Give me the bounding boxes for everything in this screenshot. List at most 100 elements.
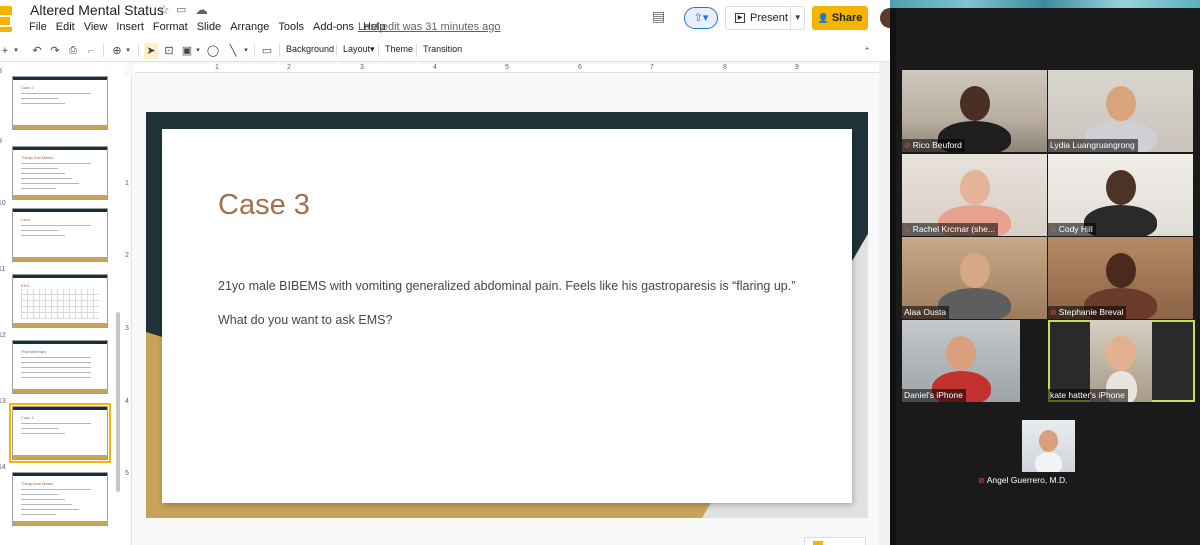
slide-thumbnail[interactable]: EKG [12, 274, 108, 328]
slide-thumbnail[interactable]: Physiotherapy [12, 340, 108, 394]
ruler-mark: 9 [795, 64, 799, 71]
thumb-text-line [21, 103, 65, 104]
google-slides-window: Altered Mental Status ☆ ▭ ☁ File Edit Vi… [0, 0, 890, 545]
collapse-icon[interactable]: ⌃ [860, 43, 874, 59]
explore-button[interactable] [804, 537, 866, 545]
vertical-ruler: 1 2 3 4 5 [124, 76, 132, 545]
thumb-text-line [21, 235, 65, 236]
thumb-bottom-band [13, 195, 107, 199]
menu-bar: File Edit View Insert Format Slide Arran… [29, 21, 395, 33]
thumb-text-line [21, 494, 58, 495]
slide-number: 12 [0, 332, 6, 339]
background-button[interactable]: Background [286, 44, 334, 54]
redo-icon[interactable]: ↷ [48, 43, 62, 59]
participant-face [1106, 86, 1136, 121]
new-slide-icon[interactable]: + [0, 43, 10, 59]
line-dropdown-icon[interactable]: ▾ [242, 43, 250, 59]
folder-icon[interactable]: ▭ [176, 3, 186, 17]
zoom-gallery-window: ⊘ Rico Beuford Lydia Luangruangrong ⊘ Rachel… [890, 0, 1200, 545]
present-to-meeting-button[interactable]: ⇧▾ [684, 7, 718, 29]
slide-number: 14 [0, 464, 6, 471]
participant-face [1106, 336, 1136, 371]
filmstrip-scrollbar[interactable] [116, 312, 120, 492]
participant-name: Daniel's iPhone [904, 390, 963, 400]
participant-tile[interactable]: ⊘ Cody Hill [1048, 154, 1193, 236]
new-slide-dropdown-icon[interactable]: ▾ [12, 43, 20, 59]
participant-name-tag: Alaa Ousta [902, 306, 950, 319]
participant-tile[interactable]: kate hatter's iPhone [1048, 320, 1195, 402]
transition-button[interactable]: Transition [423, 44, 462, 54]
menu-arrange[interactable]: Arrange [230, 21, 269, 33]
thumb-text-line [21, 188, 56, 189]
scrollbar[interactable] [879, 62, 890, 545]
participant-tile[interactable]: ⊘ Rachel Krcmar (she... [902, 154, 1047, 236]
participant-tile[interactable] [1022, 420, 1075, 472]
ruler-mark: 3 [125, 325, 129, 332]
undo-icon[interactable]: ↶ [30, 43, 44, 59]
slide-title[interactable]: Case 3 [218, 189, 310, 222]
thumb-top-band [13, 473, 107, 476]
thumb-bottom-band [13, 125, 107, 129]
present-button[interactable]: ▶ Present ▼ [725, 6, 805, 30]
theme-button[interactable]: Theme [385, 44, 413, 54]
participant-name: Angel Guerrero, M.D. [986, 475, 1068, 485]
layout-button[interactable]: Layout▾ [343, 44, 375, 55]
participant-tile[interactable]: Daniel's iPhone [902, 320, 1020, 402]
current-slide[interactable]: Case 3 21yo male BIBEMS with vomiting ge… [146, 112, 868, 518]
paint-format-icon[interactable]: ⌐ [84, 43, 98, 59]
mute-icon: ⊘ [1050, 308, 1057, 317]
slide-thumbnail[interactable]: Labs [12, 208, 108, 262]
slide-thumbnail[interactable]: Case 3 [9, 403, 111, 463]
shape-icon[interactable]: ◯ [206, 43, 220, 59]
cursor-icon[interactable]: ➤ [144, 43, 158, 59]
thumb-text-line [21, 98, 58, 99]
cloud-icon[interactable]: ☁ [195, 3, 208, 17]
slides-logo-icon[interactable] [0, 6, 12, 32]
participant-tile[interactable]: ⊘ Stephanie Breval [1048, 237, 1193, 319]
star-icon[interactable]: ☆ [158, 3, 170, 17]
menu-edit[interactable]: Edit [56, 21, 75, 33]
comment-icon[interactable]: ▤ [652, 8, 670, 24]
document-title[interactable]: Altered Mental Status [30, 2, 164, 18]
menu-slide[interactable]: Slide [197, 21, 221, 33]
image-dropdown-icon[interactable]: ▾ [194, 43, 202, 59]
menu-view[interactable]: View [84, 21, 108, 33]
ruler-mark: 7 [650, 64, 654, 71]
ruler-mark: 2 [125, 252, 129, 259]
last-edit-link[interactable]: Last edit was 31 minutes ago [358, 21, 500, 33]
slide-thumbnail[interactable]: Case 2 [12, 76, 108, 130]
participant-face [1106, 253, 1136, 288]
thumb-text-line [21, 183, 79, 184]
slide-body-line[interactable]: What do you want to ask EMS? [218, 313, 392, 327]
textbox-icon[interactable]: ⊡ [162, 43, 176, 59]
thumb-text-line [21, 93, 91, 94]
zoom-dropdown-icon[interactable]: ▾ [124, 43, 132, 59]
image-icon[interactable]: ▣ [180, 43, 194, 59]
thumb-top-band [13, 275, 107, 278]
line-icon[interactable]: ╲ [226, 43, 240, 59]
print-icon[interactable]: ⎙ [66, 43, 80, 59]
participant-tile[interactable]: Lydia Luangruangrong [1048, 70, 1193, 152]
mute-icon: ⊘ [978, 476, 985, 485]
slide-thumbnail[interactable]: Things that Matter [12, 146, 108, 200]
share-button[interactable]: 👤 Share [812, 6, 868, 30]
menu-tools[interactable]: Tools [278, 21, 304, 33]
menu-insert[interactable]: Insert [116, 21, 144, 33]
menu-file[interactable]: File [29, 21, 47, 33]
thumb-top-band [13, 407, 107, 410]
slide-thumbnail[interactable]: Things that Matter [12, 472, 108, 526]
avatar[interactable] [880, 8, 890, 28]
menu-format[interactable]: Format [153, 21, 188, 33]
present-dropdown-icon[interactable]: ▼ [790, 7, 804, 29]
participant-tile[interactable]: ⊘ Rico Beuford [902, 70, 1047, 152]
layout-label: Layout [343, 44, 371, 54]
comment-add-icon[interactable]: ▭ [260, 43, 274, 59]
thumb-title: Things that Matter [21, 481, 54, 486]
menu-addons[interactable]: Add-ons [313, 21, 354, 33]
participant-tile[interactable]: Alaa Ousta [902, 237, 1047, 319]
thumb-text-line [21, 514, 56, 515]
zoom-icon[interactable]: ⊕ [110, 43, 124, 59]
slide-filmstrip: 8 Case 2 9 Things that Matter 10 Labs 11 EKG 12 P… [0, 62, 124, 545]
thumb-text-line [21, 372, 91, 373]
slide-body-line[interactable]: 21yo male BIBEMS with vomiting generaliz… [218, 279, 795, 293]
